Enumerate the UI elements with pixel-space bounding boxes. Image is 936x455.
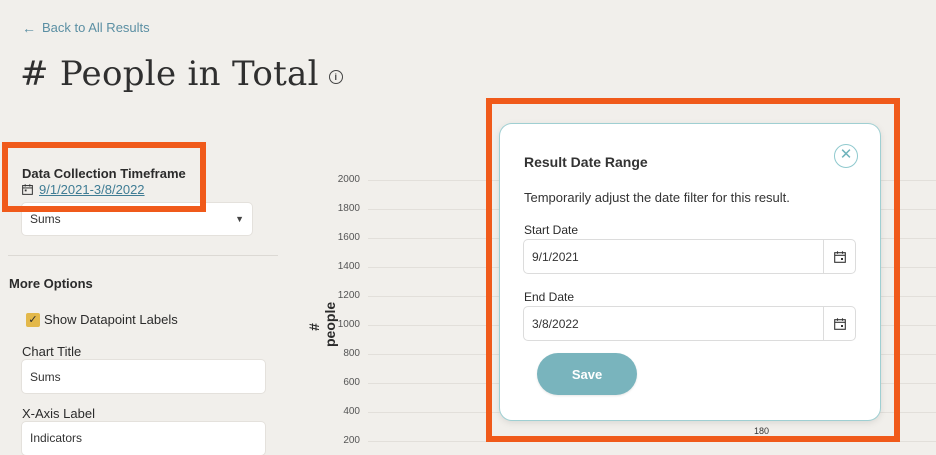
show-datapoint-labels-label: Show Datapoint Labels	[44, 312, 178, 327]
caret-down-icon: ▼	[235, 214, 244, 224]
aggregation-value: Sums	[30, 212, 61, 226]
x-axis-label-input[interactable]: Indicators	[22, 422, 265, 455]
start-date-input[interactable]: 9/1/2021	[524, 240, 855, 273]
y-tick-label: 600	[343, 377, 360, 388]
y-tick-label: 400	[343, 406, 360, 417]
page-header: # People in Total i	[20, 54, 343, 94]
checkbox-checked-icon[interactable]: ✓	[26, 312, 40, 327]
close-icon[interactable]: ✕	[834, 144, 858, 168]
chart-title-input[interactable]: Sums	[22, 360, 265, 393]
modal-title: Result Date Range	[524, 154, 648, 170]
highlight-box-timeframe	[2, 142, 206, 212]
back-link[interactable]: ← Back to All Results	[22, 20, 150, 35]
start-date-value: 9/1/2021	[532, 250, 579, 264]
end-date-calendar-button[interactable]	[823, 307, 855, 340]
show-datapoint-labels-toggle[interactable]: ✓ Show Datapoint Labels	[26, 312, 178, 327]
y-tick-label: 1600	[337, 232, 360, 243]
chart-title-label: Chart Title	[22, 344, 82, 359]
divider	[8, 255, 278, 256]
info-icon[interactable]: i	[328, 70, 343, 84]
start-date-label: Start Date	[524, 223, 579, 237]
y-tick-label: 800	[343, 348, 360, 359]
y-axis-title: # people	[306, 301, 338, 347]
y-tick-label: 200	[343, 435, 360, 446]
page-title: # People in Total	[20, 54, 319, 94]
date-range-modal: Result Date Range ✕ Temporarily adjust t…	[500, 124, 880, 420]
arrow-left-icon: ←	[22, 19, 36, 36]
more-options-heading: More Options	[9, 276, 93, 291]
x-axis-label-value: Indicators	[30, 431, 83, 445]
y-tick-label: 1200	[337, 290, 360, 301]
calendar-icon	[833, 317, 846, 330]
start-date-calendar-button[interactable]	[823, 240, 855, 273]
end-date-value: 3/8/2022	[532, 317, 579, 331]
y-tick-label: 2000	[337, 174, 360, 185]
x-axis-label-label: X-Axis Label	[22, 406, 95, 421]
back-link-label: Back to All Results	[42, 20, 150, 35]
y-tick-label: 1800	[337, 203, 360, 214]
end-date-label: End Date	[524, 290, 575, 304]
modal-description: Temporarily adjust the date filter for t…	[524, 190, 790, 205]
end-date-input[interactable]: 3/8/2022	[524, 307, 855, 340]
chart-title-value: Sums	[30, 369, 61, 384]
y-tick-label: 1400	[337, 261, 360, 272]
calendar-icon	[833, 250, 846, 263]
save-button[interactable]: Save	[537, 353, 637, 395]
